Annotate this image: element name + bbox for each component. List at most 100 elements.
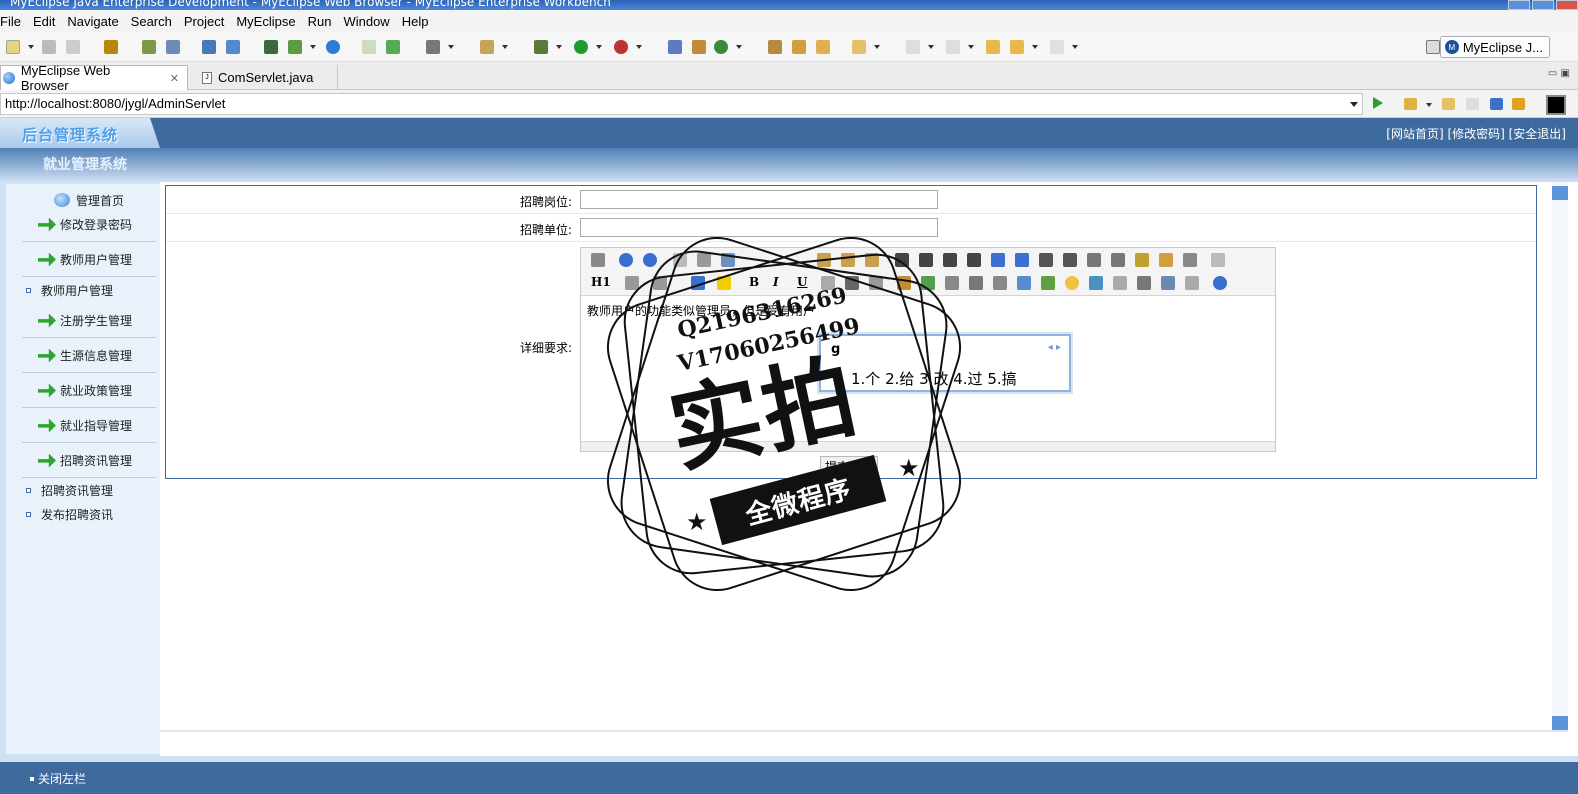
outdent-icon[interactable] — [1063, 253, 1077, 267]
menu-search[interactable]: Search — [131, 14, 172, 29]
bold-icon[interactable]: B — [749, 275, 759, 289]
paste-text-icon[interactable] — [841, 253, 855, 267]
search-icon[interactable] — [852, 40, 866, 54]
scroll-up-icon[interactable] — [1552, 186, 1568, 200]
favorites-dropdown-icon[interactable] — [1426, 103, 1432, 107]
strikethrough-icon[interactable] — [821, 276, 835, 290]
new-icon[interactable] — [6, 40, 20, 54]
perspective-switcher[interactable]: M MyEclipse J... — [1439, 36, 1550, 58]
maximize-button[interactable] — [1532, 0, 1554, 10]
redo-icon[interactable] — [643, 253, 657, 267]
unordered-list-icon[interactable] — [1015, 253, 1029, 267]
go-icon[interactable] — [1373, 97, 1383, 109]
minimize-maximize-icon[interactable]: ▭ ▣ — [1548, 68, 1570, 79]
anchor-icon[interactable] — [1137, 276, 1151, 290]
indent-icon[interactable] — [1039, 253, 1053, 267]
refresh-dropdown-icon[interactable] — [736, 45, 742, 49]
browser-back-icon[interactable] — [1442, 98, 1455, 110]
sidebar-item-teacher-users[interactable]: 教师用户管理 — [22, 243, 156, 277]
editor-resize-bar[interactable] — [581, 441, 1275, 451]
browser-refresh-icon[interactable] — [1512, 98, 1525, 110]
heading-icon[interactable]: H1 — [591, 275, 611, 289]
open-perspective-icon[interactable] — [1426, 40, 1440, 54]
browser-forward-icon[interactable] — [1466, 98, 1479, 110]
sidebar-item-recruitment-info[interactable]: 招聘资讯管理 — [22, 444, 156, 478]
prev-annotation-dropdown-icon[interactable] — [968, 45, 974, 49]
next-annotation-icon[interactable] — [906, 40, 920, 54]
source-icon[interactable] — [591, 253, 605, 267]
server-icon[interactable] — [166, 40, 180, 54]
attachment-icon[interactable] — [993, 276, 1007, 290]
superscript-icon[interactable] — [1111, 253, 1125, 267]
ime-candidates[interactable]: 1.个 2.给 3.改 4.过 5.搞 — [851, 368, 1017, 389]
new-package-icon[interactable] — [692, 40, 706, 54]
search-dropdown-icon[interactable] — [874, 45, 880, 49]
vertical-scrollbar[interactable] — [1552, 182, 1568, 730]
menu-help[interactable]: Help — [402, 14, 429, 29]
url-history-dropdown-icon[interactable] — [1350, 102, 1358, 107]
align-center-icon[interactable] — [919, 253, 933, 267]
stop-icon[interactable] — [1490, 98, 1503, 110]
font-size-icon[interactable] — [653, 276, 667, 290]
subscript-icon[interactable] — [1087, 253, 1101, 267]
external-tools-icon[interactable] — [614, 40, 628, 54]
sidebar-subitem-teacher-users[interactable]: 教师用户管理 — [26, 280, 113, 300]
underline-icon[interactable]: U — [797, 275, 807, 289]
close-icon[interactable]: ✕ — [170, 72, 179, 85]
text-color-icon[interactable] — [691, 276, 705, 290]
url-input[interactable]: http://localhost:8080/jygl/AdminServlet — [0, 93, 1363, 115]
menu-file[interactable]: File — [0, 14, 21, 29]
image-dropdown-icon[interactable] — [448, 45, 454, 49]
top-links[interactable]: [网站首页] [修改密码] [安全退出] — [1386, 125, 1566, 142]
refresh-icon[interactable] — [714, 40, 728, 54]
link-icon[interactable] — [1161, 276, 1175, 290]
sidebar-item-employment-guidance[interactable]: 就业指导管理 — [22, 409, 156, 443]
ordered-list-icon[interactable] — [991, 253, 1005, 267]
page-break-icon[interactable] — [1113, 276, 1127, 290]
export-dropdown-icon[interactable] — [310, 45, 316, 49]
menu-navigate[interactable]: Navigate — [67, 14, 118, 29]
new-project-icon[interactable] — [264, 40, 278, 54]
last-edit-icon[interactable] — [986, 40, 1000, 54]
prev-annotation-icon[interactable] — [946, 40, 960, 54]
align-right-icon[interactable] — [943, 253, 957, 267]
media-icon[interactable] — [921, 276, 935, 290]
image-icon[interactable] — [1089, 276, 1103, 290]
open-folder-icon[interactable] — [816, 40, 830, 54]
rich-text-editor[interactable]: H1 B I U 教师用户的功能类似管理员，但是受有用户 g ◂ ▸ 1.个 2… — [580, 247, 1276, 452]
view-source-icon[interactable] — [1546, 95, 1566, 115]
undo-icon[interactable] — [619, 253, 633, 267]
align-left-icon[interactable] — [895, 253, 909, 267]
help-icon[interactable] — [1213, 276, 1227, 290]
editor-content[interactable]: 教师用户的功能类似管理员，但是受有用户 — [587, 302, 815, 319]
sidebar-item-student-registration[interactable]: 注册学生管理 — [22, 304, 156, 338]
task-icon[interactable] — [480, 40, 494, 54]
forward-icon[interactable] — [1050, 40, 1064, 54]
menu-window[interactable]: Window — [343, 14, 389, 29]
menu-run[interactable]: Run — [308, 14, 332, 29]
italic-icon[interactable]: I — [773, 275, 779, 289]
debug-dropdown-icon[interactable] — [556, 45, 562, 49]
insert-row-icon[interactable] — [1041, 276, 1055, 290]
print-icon[interactable] — [66, 40, 80, 54]
browser-globe-icon[interactable] — [326, 40, 340, 54]
menu-edit[interactable]: Edit — [33, 14, 55, 29]
close-left-panel-link[interactable]: 关闭左栏 — [30, 770, 86, 787]
menu-myeclipse[interactable]: MyEclipse — [236, 14, 295, 29]
fullscreen-icon[interactable] — [1211, 253, 1225, 267]
template-icon[interactable] — [721, 253, 735, 267]
export-icon[interactable] — [288, 40, 302, 54]
preview-icon[interactable] — [673, 253, 687, 267]
select-all-icon[interactable] — [1183, 253, 1197, 267]
sidebar-item-change-password[interactable]: 修改登录密码 — [22, 208, 156, 242]
highlight-color-icon[interactable] — [717, 276, 731, 290]
position-input[interactable] — [580, 190, 938, 209]
run-icon[interactable] — [574, 40, 588, 54]
close-window-button[interactable] — [1556, 0, 1578, 10]
wand-icon[interactable] — [792, 40, 806, 54]
submit-button[interactable]: 提交数据 — [820, 456, 879, 476]
emoticon-icon[interactable] — [1065, 276, 1079, 290]
ime-page-arrows-icon[interactable]: ◂ ▸ — [1048, 342, 1061, 353]
sidebar-item-student-source[interactable]: 生源信息管理 — [22, 339, 156, 373]
sidebar-item-employment-policy[interactable]: 就业政策管理 — [22, 374, 156, 408]
